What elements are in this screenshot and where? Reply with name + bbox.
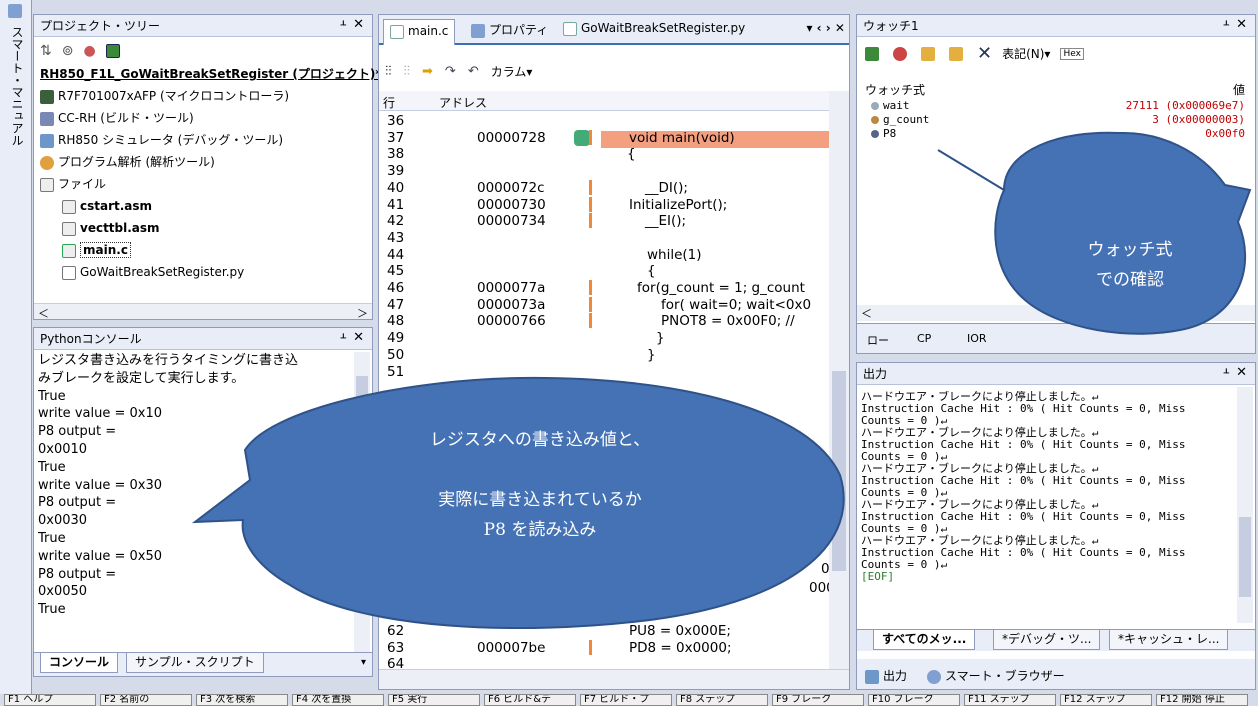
watch-callout-shape	[937, 131, 1252, 335]
watch-callout-text: ウォッチ式 での確認	[1087, 240, 1173, 290]
main-callout-text: レジスタへの書き込み値と、 実際に書き込まれているか P8 を読み込み	[429, 430, 651, 540]
callout-overlay	[191, 131, 1252, 630]
